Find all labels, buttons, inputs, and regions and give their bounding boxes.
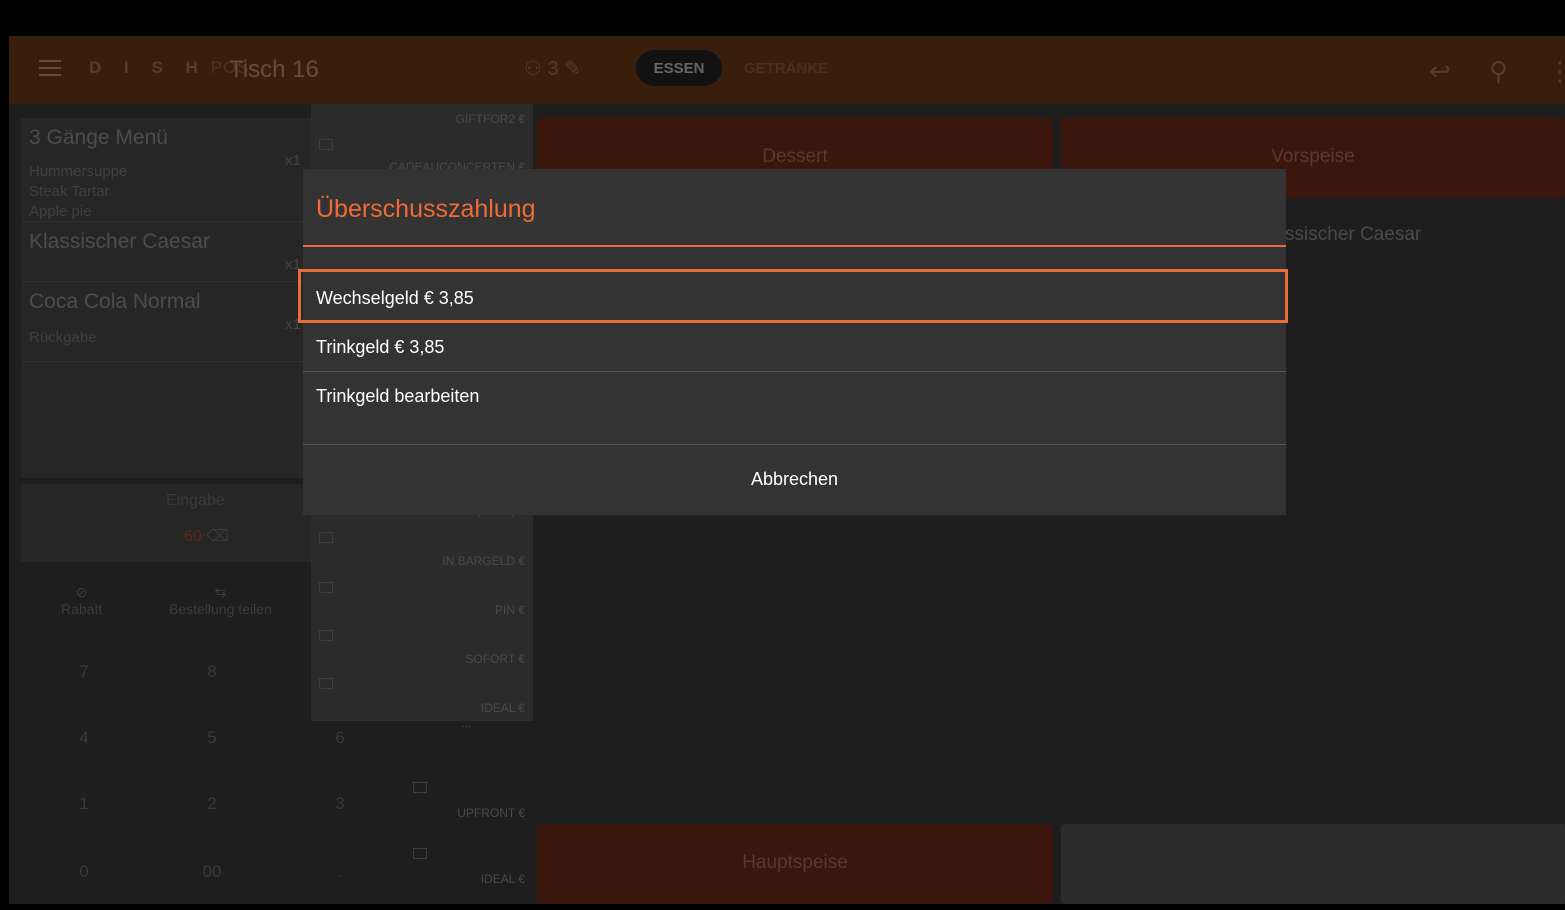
tab-drinks[interactable]: GETRÄNKE (744, 60, 828, 77)
order-item-sub: Hummersuppe (29, 163, 128, 180)
option-tip-label: Trinkgeld € 3,85 (316, 337, 445, 357)
input-label: Eingabe (166, 492, 225, 509)
tab-food[interactable]: ESSEN (636, 50, 722, 86)
key-5[interactable]: 5 (182, 728, 242, 748)
terminal-icon (319, 630, 333, 641)
card-icon (319, 139, 333, 150)
order-item-name: Klassischer Caesar (29, 230, 210, 253)
order-item[interactable]: Klassischer Caesar x1 (21, 222, 311, 282)
card-icon (319, 532, 333, 543)
key-decimal[interactable]: . (310, 862, 370, 882)
payment-method[interactable]: IDEAL € (481, 872, 525, 886)
table-title: Tisch 16 (229, 56, 319, 83)
back-icon[interactable]: ↩ (1429, 56, 1451, 87)
search-icon[interactable]: ⚲ (1489, 56, 1508, 87)
payment-method[interactable]: SOFORT € (465, 652, 525, 666)
overpayment-dialog: Überschusszahlung Wechselgeld € 3,85 Tri… (303, 169, 1286, 515)
dialog-title: Überschusszahlung (316, 195, 536, 223)
guest-count[interactable]: ⚇ 3 ✎ (524, 56, 581, 81)
split-action[interactable]: ⇆ Bestellung teilen (169, 584, 272, 617)
key-3[interactable]: 3 (310, 794, 370, 814)
action-row: ⊘ Rabatt ⇆ Bestellung teilen (21, 576, 321, 646)
card-icon (413, 848, 427, 859)
discount-label: Rabatt (61, 601, 103, 617)
order-item-qty: x1 (285, 152, 301, 169)
split-label: Bestellung teilen (169, 601, 272, 617)
payment-method[interactable]: IDEAL € (481, 701, 525, 715)
payment-methods-2: ... UPFRONT € IDEAL € (405, 716, 533, 904)
order-item[interactable]: 3 Gänge Menü x1 Hummersuppe Steak Tartar… (21, 118, 311, 222)
key-00[interactable]: 00 (182, 862, 242, 882)
order-item-sub: Rückgabe (29, 329, 97, 346)
input-panel: Eingabe 60 ⌫ (21, 484, 311, 562)
key-7[interactable]: 7 (54, 662, 114, 682)
terminal-icon (319, 678, 333, 689)
key-0[interactable]: 0 (54, 862, 114, 882)
backspace-icon[interactable]: ⌫ (206, 528, 229, 545)
key-1[interactable]: 1 (54, 794, 114, 814)
cancel-divider (303, 444, 1286, 445)
more-vert-icon[interactable]: ⋮ (1547, 56, 1565, 87)
payment-method[interactable]: GIFTFOR2 € (456, 112, 525, 126)
course-main-label: Hauptspeise (742, 852, 848, 873)
selection-highlight (298, 269, 1288, 323)
cancel-button[interactable]: Abbrechen (303, 469, 1286, 490)
payment-method[interactable]: PIN € (495, 603, 525, 617)
discount-icon: ⊘ (75, 584, 88, 600)
card-icon (413, 782, 427, 793)
input-value-text: 60 (184, 528, 202, 545)
top-bar: D I S H POS Tisch 16 ⚇ 3 ✎ ESSEN GETRÄNKE… (9, 36, 1565, 104)
guest-count-value: 3 (547, 58, 559, 80)
order-item-sub: Apple pie (29, 203, 92, 220)
course-empty-button[interactable] (1061, 824, 1565, 904)
order-item-sub: Steak Tartar (29, 183, 110, 200)
course-starter-label: Vorspeise (1271, 146, 1355, 167)
key-8[interactable]: 8 (182, 662, 242, 682)
guests-icon: ⚇ (524, 58, 542, 80)
order-list: 3 Gänge Menü x1 Hummersuppe Steak Tartar… (21, 118, 311, 478)
brand-logo: D I S H POS (89, 58, 250, 78)
order-item-name: Coca Cola Normal (29, 290, 201, 313)
course-item-text: ssischer Caesar (1285, 224, 1422, 245)
input-value: 60 ⌫ (184, 526, 229, 546)
key-4[interactable]: 4 (54, 728, 114, 748)
edit-icon[interactable]: ✎ (564, 58, 581, 80)
key-6[interactable]: 6 (310, 728, 370, 748)
payment-method[interactable]: UPFRONT € (457, 806, 525, 820)
split-icon: ⇆ (214, 584, 227, 600)
discount-action[interactable]: ⊘ Rabatt (61, 584, 102, 617)
payment-method[interactable]: IN BARGELD € (442, 554, 525, 568)
card-icon (319, 582, 333, 593)
option-divider (303, 371, 1286, 372)
brand-text: D I S H (89, 58, 207, 77)
option-edit-tip-label: Trinkgeld bearbeiten (316, 386, 480, 406)
menu-icon[interactable] (39, 60, 61, 78)
course-dessert-label: Dessert (762, 146, 828, 167)
order-item[interactable]: Coca Cola Normal x1 Rückgabe (21, 282, 311, 362)
key-2[interactable]: 2 (182, 794, 242, 814)
more-payments[interactable]: ... (461, 716, 525, 730)
dialog-divider (303, 245, 1286, 247)
course-main-button[interactable]: Hauptspeise (537, 824, 1053, 904)
order-item-name: 3 Gänge Menü (29, 126, 168, 149)
